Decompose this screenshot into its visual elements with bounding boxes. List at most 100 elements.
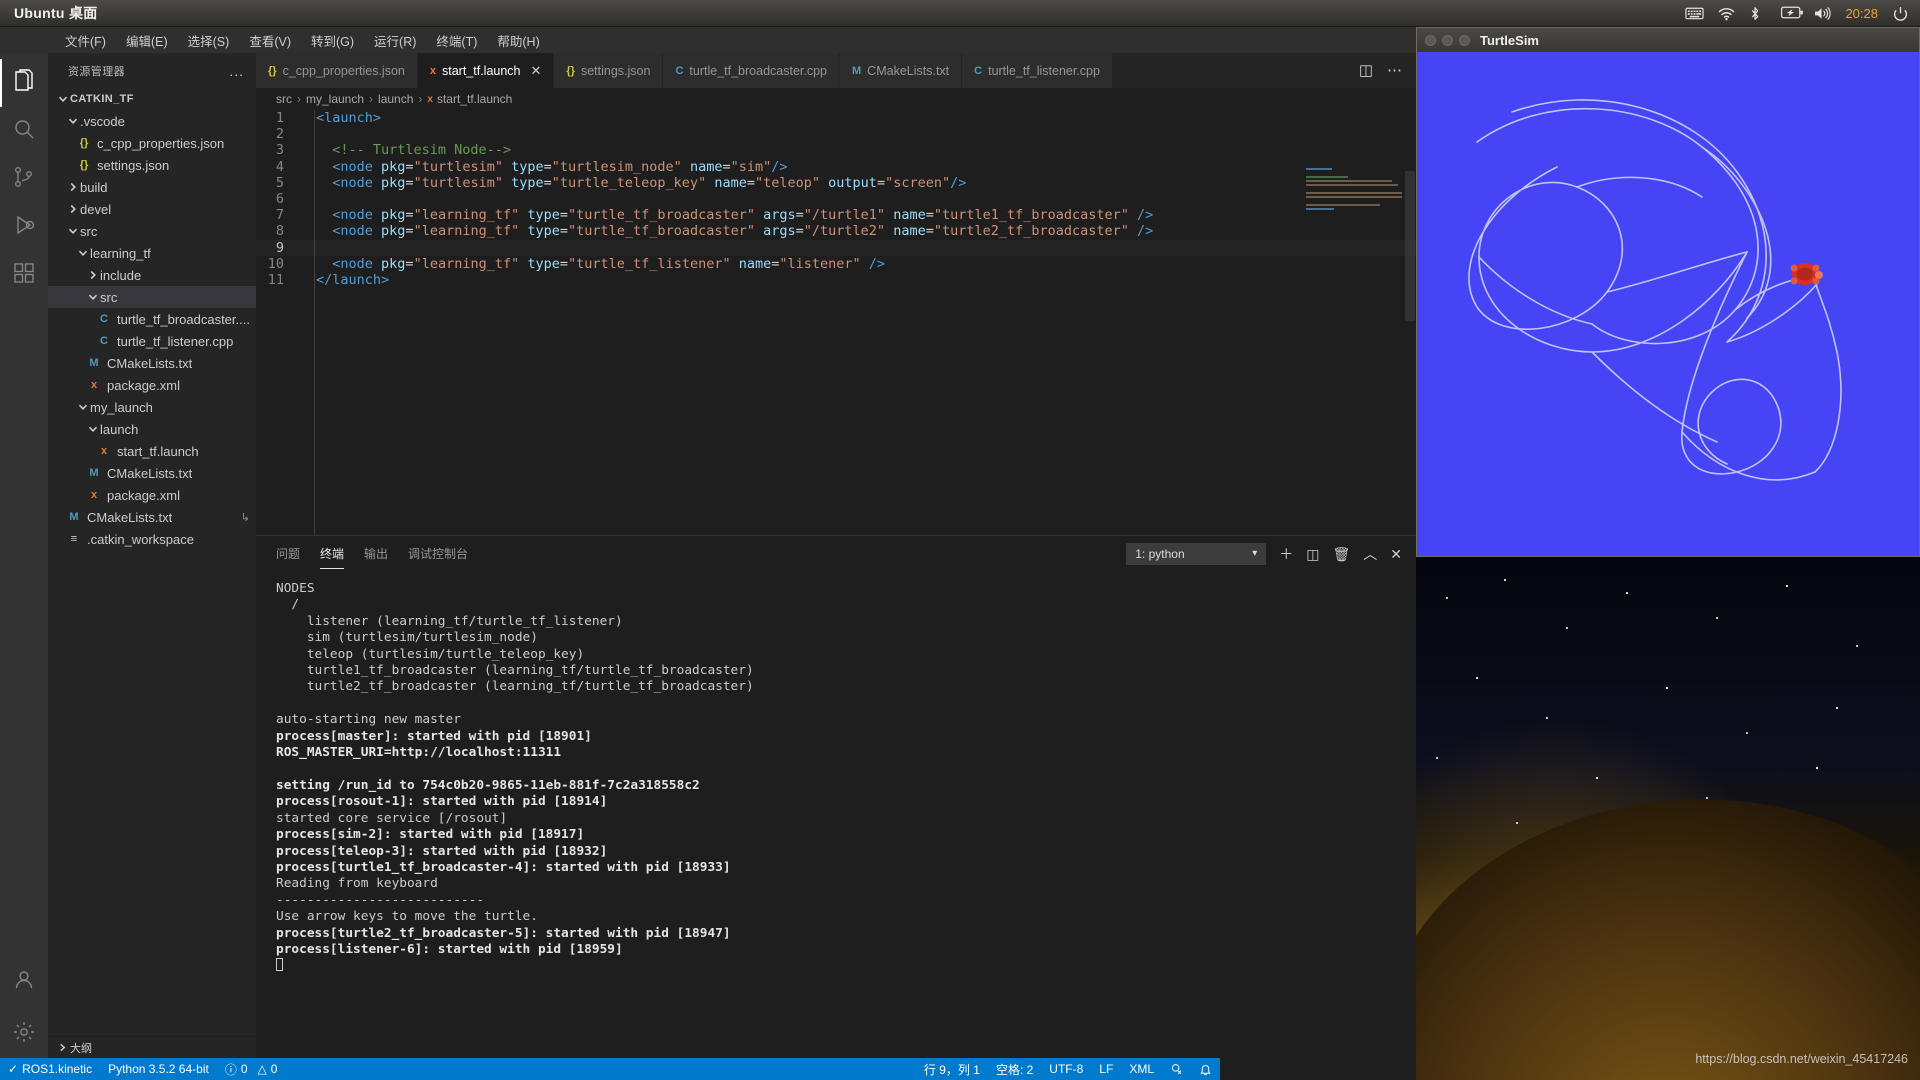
tree-item[interactable]: M CMakeLists.txt [48,352,256,374]
activity-run-debug[interactable] [0,203,48,251]
tab-close-icon[interactable]: ✕ [531,63,542,79]
breadcrumb-item[interactable]: x start_tf.launch [427,92,512,106]
vscode-window: 文件(F) 编辑(E) 选择(S) 查看(V) 转到(G) 运行(R) 终端(T… [0,27,1416,1080]
status-language-mode[interactable]: XML [1121,1058,1162,1080]
tree-item[interactable]: src [48,220,256,242]
tab-problems[interactable]: 问题 [276,539,300,569]
close-panel-icon[interactable]: ✕ [1390,547,1402,561]
turtlesim-window: TurtleSim [1416,27,1920,557]
status-encoding[interactable]: UTF-8 [1041,1058,1091,1080]
tree-item[interactable]: Cturtle_tf_broadcaster.... [48,308,256,330]
keyboard-icon[interactable] [1685,6,1705,22]
more-actions-icon[interactable]: ⋯ [1387,63,1402,78]
tab-label: settings.json [580,63,651,78]
code-line: 1 <launch> [256,110,1416,126]
volume-icon[interactable] [1813,6,1832,22]
status-problems[interactable]: ⓘ 0 △ 0 [217,1058,286,1080]
add-terminal-icon[interactable]: ＋ [1279,547,1293,561]
tree-item[interactable]: {} settings.json [48,154,256,176]
battery-icon[interactable] [1781,6,1804,22]
tab-label: turtle_tf_broadcaster.cpp [689,63,827,78]
activity-accounts[interactable] [0,958,48,1006]
menu-view[interactable]: 查看(V) [240,28,300,53]
breadcrumb-item[interactable]: src [276,92,292,106]
tree-item[interactable]: {} c_cpp_properties.json [48,132,256,154]
menu-file[interactable]: 文件(F) [56,28,115,53]
tree-item[interactable]: src [48,286,256,308]
minimap[interactable] [1306,168,1402,210]
close-button[interactable] [1425,34,1436,46]
tree-item-label: src [80,223,98,239]
breadcrumb-item[interactable]: my_launch [306,92,364,106]
menu-terminal[interactable]: 终端(T) [427,28,486,53]
status-indentation[interactable]: 空格: 2 [988,1058,1041,1080]
activity-settings[interactable] [0,1010,48,1058]
editor-tab[interactable]: Cturtle_tf_broadcaster.cpp [663,53,840,88]
minimize-button[interactable] [1442,34,1453,46]
status-python[interactable]: Python 3.5.2 64-bit [100,1058,217,1080]
explorer-title: 资源管理器 [68,65,125,78]
outline-section[interactable]: 大纲 [48,1036,256,1058]
turtlesim-title: TurtleSim [1480,32,1539,48]
menu-bar: 文件(F) 编辑(E) 选择(S) 查看(V) 转到(G) 运行(R) 终端(T… [0,27,1416,53]
menu-run[interactable]: 运行(R) [365,28,425,53]
tree-item[interactable]: build [48,176,256,198]
notifications-icon[interactable] [1191,1058,1220,1080]
wifi-icon[interactable] [1717,6,1735,22]
tree-item[interactable]: include [48,264,256,286]
split-terminal-icon[interactable]: ◫ [1306,547,1319,561]
tree-item[interactable]: ≡ .catkin_workspace [48,528,256,550]
editor-scrollbar[interactable] [1402,167,1416,535]
split-editor-icon[interactable]: ◫ [1359,63,1373,78]
hill-silhouette [1416,778,1920,1080]
menu-select[interactable]: 选择(S) [179,28,239,53]
tree-item-label: CATKIN_TF [70,93,134,105]
clock[interactable]: 20:28 [1845,6,1878,21]
editor-tab[interactable]: Cturtle_tf_listener.cpp [962,53,1113,88]
activity-search[interactable] [0,107,48,155]
menu-goto[interactable]: 转到(G) [302,28,363,53]
code-editor[interactable]: 1 <launch> 2 3 <!-- Turtlesim Node--> 4 <nod… [256,110,1416,535]
bluetooth-icon[interactable] [1749,6,1767,22]
tree-item[interactable]: M CMakeLists.txt ↳ [48,506,256,528]
status-cursor-position[interactable]: 行 9，列 1 [916,1058,988,1080]
terminal-output[interactable]: NODES / listener (learning_tf/turtle_tf_… [256,571,1416,1058]
activity-source-control[interactable] [0,155,48,203]
tree-item[interactable]: launch [48,418,256,440]
editor-tab[interactable]: x start_tf.launch ✕ [417,53,555,88]
editor-tab[interactable]: M CMakeLists.txt [840,53,963,88]
chevron-up-icon[interactable]: ︿ [1363,547,1377,561]
breadcrumb-item[interactable]: launch [378,92,413,106]
editor-tab[interactable]: {} c_cpp_properties.json [256,53,418,88]
tab-debug-console[interactable]: 调试控制台 [408,539,468,569]
activity-explorer[interactable] [0,59,48,107]
status-remote[interactable]: ✓ ROS1.kinetic [0,1058,100,1080]
tree-item[interactable]: x package.xml [48,374,256,396]
maximize-button[interactable] [1459,34,1470,46]
kill-terminal-icon[interactable]: 🗑 [1332,547,1350,561]
turtlesim-canvas[interactable] [1417,52,1919,556]
status-eol[interactable]: LF [1091,1058,1121,1080]
tab-terminal[interactable]: 终端 [320,539,345,569]
activity-extensions[interactable] [0,251,48,299]
tree-item[interactable]: x package.xml [48,484,256,506]
explorer-more-button[interactable]: ... [229,63,244,79]
menu-edit[interactable]: 编辑(E) [117,28,177,53]
tree-item[interactable]: x start_tf.launch [48,440,256,462]
tree-item[interactable]: my_launch [48,396,256,418]
tree-item[interactable]: Cturtle_tf_listener.cpp [48,330,256,352]
power-icon[interactable] [1892,6,1910,22]
file-type-icon: C [100,335,108,347]
tab-output[interactable]: 输出 [364,539,388,569]
tree-item[interactable]: .vscode [48,110,256,132]
breadcrumb-label: src [276,92,292,106]
tree-item[interactable]: learning_tf [48,242,256,264]
tree-item[interactable]: M CMakeLists.txt [48,462,256,484]
tree-item[interactable]: devel [48,198,256,220]
file-type-icon: {} [79,137,89,149]
feedback-icon[interactable] [1162,1058,1191,1080]
editor-tab[interactable]: {} settings.json [554,53,664,88]
terminal-selector[interactable]: 1: python ▾ [1126,542,1267,565]
menu-help[interactable]: 帮助(H) [488,28,548,53]
tree-item[interactable]: CATKIN_TF [48,88,256,110]
